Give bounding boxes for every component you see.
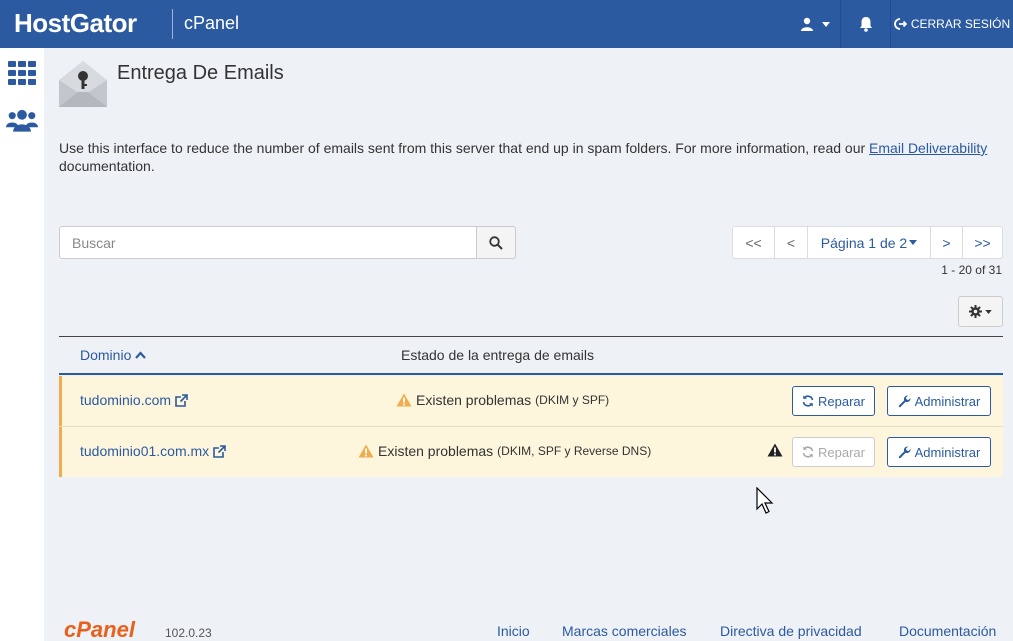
- column-header-status: Estado de la entrega de emails: [401, 347, 595, 363]
- repair-label: Reparar: [818, 444, 865, 460]
- refresh-icon: [802, 446, 814, 458]
- pagination-last-button[interactable]: >>: [962, 227, 1002, 258]
- footer-link-home[interactable]: Inicio: [497, 623, 530, 639]
- envelope-key-icon: [58, 60, 108, 108]
- sidebar-item-apps[interactable]: [6, 58, 38, 88]
- pagination-next-button[interactable]: >: [930, 227, 962, 258]
- status-text: Existen problemas: [416, 392, 532, 408]
- manage-button[interactable]: Administrar: [887, 437, 991, 467]
- table-header-border: [59, 373, 1003, 375]
- footer-link-privacy[interactable]: Directiva de privacidad: [720, 623, 862, 639]
- domain-link[interactable]: tudominio.com: [80, 392, 188, 408]
- delivery-status: Existen problemas (DKIM y SPF): [396, 392, 609, 408]
- notifications-button[interactable]: [840, 0, 890, 48]
- warning-icon: [396, 393, 412, 407]
- logout-button[interactable]: CERRAR SESIÓN: [890, 0, 1013, 48]
- page-description: Use this interface to reduce the number …: [59, 139, 989, 175]
- warning-icon: [358, 444, 374, 458]
- grid-icon: [8, 61, 36, 85]
- caret-down-icon: [985, 309, 992, 314]
- wrench-icon: [898, 445, 911, 458]
- description-text-end: documentation.: [59, 158, 155, 174]
- pagination-prev-button[interactable]: <: [774, 227, 807, 258]
- results-range: 1 - 20 of 31: [941, 263, 1002, 277]
- column-header-domain[interactable]: Dominio: [80, 347, 147, 363]
- mouse-cursor-icon: [756, 486, 776, 522]
- status-text: Existen problemas: [378, 443, 494, 459]
- product-name: cPanel: [184, 13, 240, 33]
- top-bar: HostGator cPanel CERRAR SESIÓN: [0, 0, 1013, 48]
- search-icon: [489, 235, 503, 250]
- manage-label: Administrar: [914, 393, 981, 409]
- refresh-icon: [802, 395, 814, 407]
- pagination-first-button[interactable]: <<: [733, 227, 774, 258]
- table-top-border: [59, 336, 1003, 337]
- manage-button[interactable]: Administrar: [887, 386, 991, 416]
- repair-button[interactable]: Reparar: [792, 386, 875, 416]
- table-row: tudominio.com Existen problemas (DKIM y …: [59, 376, 1003, 426]
- user-icon: [801, 17, 813, 31]
- domain-name: tudominio.com: [80, 392, 172, 408]
- cpanel-logo[interactable]: cPanel: [64, 617, 135, 641]
- search-button[interactable]: [476, 226, 516, 259]
- delivery-status: Existen problemas (DKIM, SPF y Reverse D…: [358, 443, 651, 459]
- description-text: Use this interface to reduce the number …: [59, 140, 870, 156]
- sidebar: [0, 48, 44, 641]
- email-deliverability-link[interactable]: Email Deliverability: [869, 140, 987, 156]
- sign-out-icon: [893, 18, 907, 30]
- status-detail: (DKIM y SPF): [535, 393, 610, 407]
- column-header-domain-label: Dominio: [80, 347, 132, 363]
- footer-link-documentation[interactable]: Documentación: [899, 623, 996, 639]
- table-row: tudominio01.com.mx Existen problemas (DK…: [59, 427, 1003, 477]
- pagination-page-select[interactable]: Página 1 de 2: [807, 227, 930, 258]
- external-link-icon: [175, 393, 188, 407]
- user-menu-button[interactable]: [790, 0, 840, 48]
- pagination: << < Página 1 de 2 > >>: [732, 226, 1003, 259]
- search-input[interactable]: [59, 226, 477, 259]
- sidebar-item-users[interactable]: [6, 106, 38, 136]
- gear-icon: [969, 305, 982, 318]
- settings-dropdown-button[interactable]: [958, 296, 1003, 327]
- caret-down-icon: [822, 21, 830, 27]
- page-title: Entrega De Emails: [117, 62, 284, 84]
- footer-link-trademarks[interactable]: Marcas comerciales: [562, 623, 686, 639]
- brand-logo[interactable]: HostGator: [14, 8, 137, 39]
- warning-icon: [767, 443, 783, 462]
- users-icon: [6, 109, 38, 132]
- domain-link[interactable]: tudominio01.com.mx: [80, 443, 226, 459]
- logout-label: CERRAR SESIÓN: [910, 17, 1011, 31]
- chevron-up-icon: [135, 351, 147, 359]
- caret-down-icon: [909, 240, 918, 245]
- pagination-page-label: Página 1 de 2: [820, 234, 908, 251]
- repair-label: Reparar: [818, 393, 865, 409]
- repair-button-disabled: Reparar: [792, 437, 875, 467]
- external-link-icon: [213, 444, 226, 458]
- brand-divider: [172, 9, 173, 39]
- manage-label: Administrar: [914, 444, 981, 460]
- wrench-icon: [898, 394, 911, 407]
- version-number: 102.0.23: [165, 626, 212, 640]
- status-detail: (DKIM, SPF y Reverse DNS): [497, 444, 652, 458]
- bell-icon: [859, 17, 872, 32]
- domain-name: tudominio01.com.mx: [80, 443, 210, 459]
